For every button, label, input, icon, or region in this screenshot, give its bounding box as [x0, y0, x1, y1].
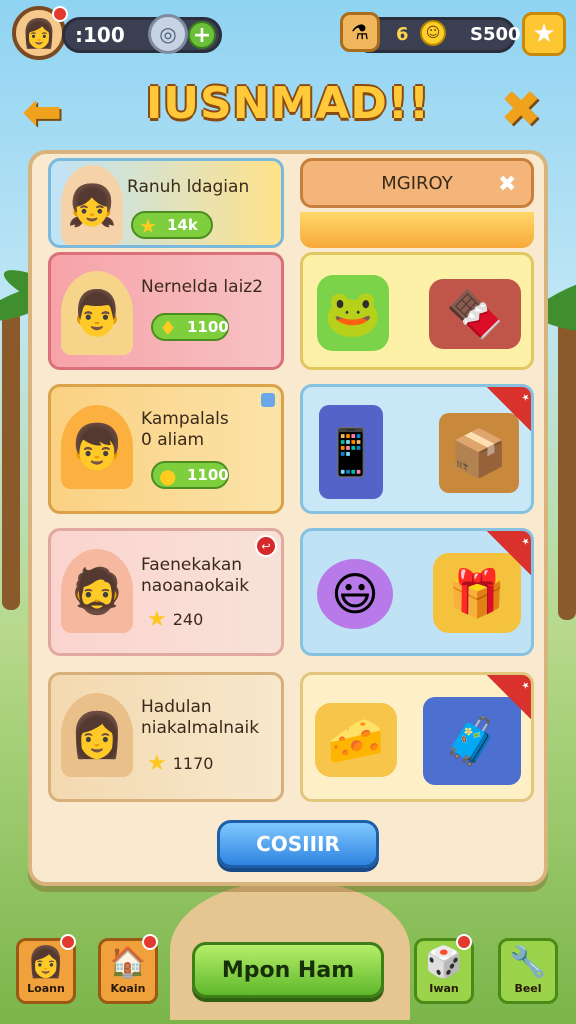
- character-card[interactable]: 👩 Hadulan niakalmalnaik ★ 1170: [48, 672, 284, 802]
- item-card[interactable]: 🐸 🍫: [300, 252, 534, 370]
- nav-dice-label: Iwan: [429, 982, 459, 995]
- medal-icon[interactable]: ◎: [148, 14, 188, 54]
- reward-pill: ♦ 1100: [151, 313, 229, 341]
- cheese-bag-icon: 🧀: [315, 703, 397, 777]
- nav-home-label: Koain: [110, 982, 146, 995]
- character-card[interactable]: 👧 Ranuh ldagian ★ 14k: [48, 158, 284, 248]
- reward-value: 14k: [167, 216, 198, 234]
- reward-value: 1170: [172, 754, 214, 773]
- avatar-notification-dot: [52, 6, 68, 22]
- coins-value: :100: [75, 23, 125, 47]
- character-card[interactable]: 👨 Nernelda laiz2 ♦ 1100: [48, 252, 284, 370]
- sale-ribbon: ★: [487, 531, 531, 575]
- item-card[interactable]: 😃 🎁 ★: [300, 528, 534, 656]
- character-portrait: 👧: [61, 165, 123, 245]
- close-icon[interactable]: ✖: [500, 80, 542, 138]
- character-card[interactable]: 👦 Kampalals 0 aliam ● 1100: [48, 384, 284, 514]
- character-name: Ranuh ldagian: [127, 177, 250, 197]
- reward-pill: ● 1100: [151, 461, 229, 489]
- dice-notification-dot: [456, 934, 472, 950]
- continue-button[interactable]: COSIIIR: [217, 820, 379, 868]
- reward-value: 1100: [187, 318, 229, 336]
- character-portrait: 👦: [61, 405, 133, 489]
- chocolate-bar-icon: 🍫: [429, 279, 521, 349]
- character-portrait: 🧔: [61, 549, 133, 633]
- gems-value: 6: [396, 24, 409, 45]
- character-portrait: 👩: [61, 693, 133, 777]
- character-portrait: 👨: [61, 271, 133, 355]
- character-name: Faenekakan naoanaokaik: [141, 555, 250, 596]
- reward: ★ 1170: [147, 751, 213, 776]
- star-button[interactable]: ★: [522, 12, 566, 56]
- item-card[interactable]: 🧀 🧳 ★: [300, 672, 534, 802]
- gem-icon: ♦: [159, 316, 177, 340]
- coin-icon: ●: [159, 464, 177, 488]
- continue-label: COSIIIR: [256, 832, 340, 856]
- coins2-value: S500: [470, 24, 521, 45]
- item-card[interactable]: 📱 📦 ★: [300, 384, 534, 514]
- star-icon: ★: [147, 751, 167, 776]
- reward-value: 1100: [187, 466, 229, 484]
- reward: ★ 240: [147, 607, 203, 632]
- character-name: Hadulan niakalmalnaik: [141, 697, 260, 738]
- character-name: Kampalals 0 aliam: [141, 409, 229, 450]
- phone-icon: 📱: [319, 405, 383, 499]
- play-button[interactable]: Mpon Ham: [192, 942, 384, 998]
- merchant-close-icon[interactable]: ✖: [498, 172, 516, 197]
- trade-panel: 👧 Ranuh ldagian ★ 14k MGIROY ✖ 👨 Nerneld…: [28, 150, 548, 886]
- smiley-coin-icon: ☺: [420, 20, 446, 46]
- reward-pill: ★ 14k: [131, 211, 213, 239]
- nav-tools-button[interactable]: 🔧 Beel: [498, 938, 558, 1004]
- star-icon: ★: [139, 214, 157, 238]
- back-arrow-icon[interactable]: ⬅: [22, 84, 62, 140]
- reward-value: 240: [172, 610, 204, 629]
- info-indicator: [261, 393, 275, 407]
- potion-icon[interactable]: ⚗: [340, 12, 380, 52]
- profile-icon: 👩: [27, 945, 65, 980]
- nav-profile-label: Loann: [27, 982, 65, 995]
- page-title: IUSNMAD!!: [145, 78, 431, 129]
- home-notification-dot: [142, 934, 158, 950]
- character-name: Nernelda laiz2: [141, 277, 264, 297]
- return-badge[interactable]: ↩: [255, 535, 277, 557]
- dice-icon: 🎲: [425, 945, 463, 980]
- play-label: Mpon Ham: [221, 957, 355, 983]
- slime-icon: 🐸: [317, 275, 389, 351]
- star-icon: ★: [147, 607, 167, 632]
- nav-tools-label: Beel: [514, 982, 542, 995]
- add-coins-button[interactable]: +: [188, 21, 216, 49]
- smiley-blob-icon: 😃: [317, 559, 393, 629]
- character-card[interactable]: 🧔 Faenekakan naoanaokaik ★ 240 ↩: [48, 528, 284, 656]
- profile-notification-dot: [60, 934, 76, 950]
- merchant-banner: [300, 212, 534, 248]
- tools-icon: 🔧: [509, 945, 547, 980]
- sale-ribbon: ★: [487, 675, 531, 719]
- house-icon: 🏠: [109, 945, 147, 980]
- top-bar: 👩 :100 ◎ + ⚗ 6 ☺ S500 ★: [0, 0, 576, 70]
- merchant-label: MGIROY: [381, 172, 453, 194]
- sale-ribbon: ★: [487, 387, 531, 431]
